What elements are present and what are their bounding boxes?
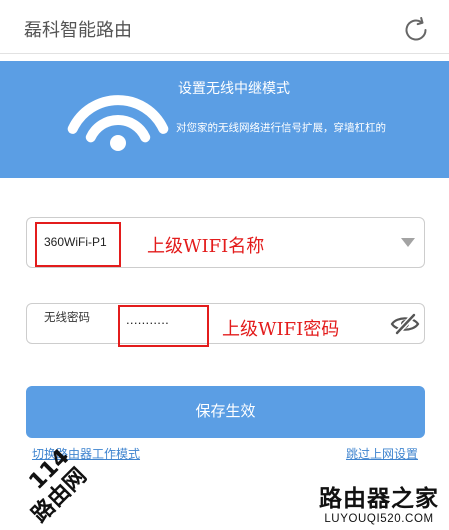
password-label: 无线密码 xyxy=(44,312,90,324)
save-button[interactable]: 保存生效 xyxy=(26,386,425,438)
banner-title: 设置无线中继模式 xyxy=(178,80,290,96)
eye-slash-icon[interactable] xyxy=(390,313,420,335)
router-setup-screen: 磊科智能路由 设置无线中继模式 对您家的无线网络进行信号扩展，穿墙杠杠的 360… xyxy=(0,0,449,530)
watermark-logo: 路由器之家 LUYOUQI520.COM xyxy=(316,486,442,526)
dropdown-arrow-icon[interactable] xyxy=(401,238,415,247)
password-highlight-box xyxy=(118,305,209,347)
app-title: 磊科智能路由 xyxy=(24,20,132,40)
ssid-highlight-box xyxy=(35,222,121,267)
refresh-icon[interactable] xyxy=(403,17,429,43)
skip-setup-link[interactable]: 跳过上网设置 xyxy=(346,446,418,462)
banner-subtitle: 对您家的无线网络进行信号扩展，穿墙杠杠的 xyxy=(176,122,386,134)
ssid-annotation: 上级WIFI名称 xyxy=(147,236,265,257)
watermark-logo-name: 路由器之家 xyxy=(319,486,439,512)
password-annotation: 上级WIFI密码 xyxy=(222,319,340,340)
mode-banner: 设置无线中继模式 对您家的无线网络进行信号扩展，穿墙杠杠的 xyxy=(0,61,449,178)
watermark-logo-url: LUYOUQI520.COM xyxy=(324,513,434,525)
wifi-icon xyxy=(67,95,169,151)
app-header: 磊科智能路由 xyxy=(0,0,449,54)
